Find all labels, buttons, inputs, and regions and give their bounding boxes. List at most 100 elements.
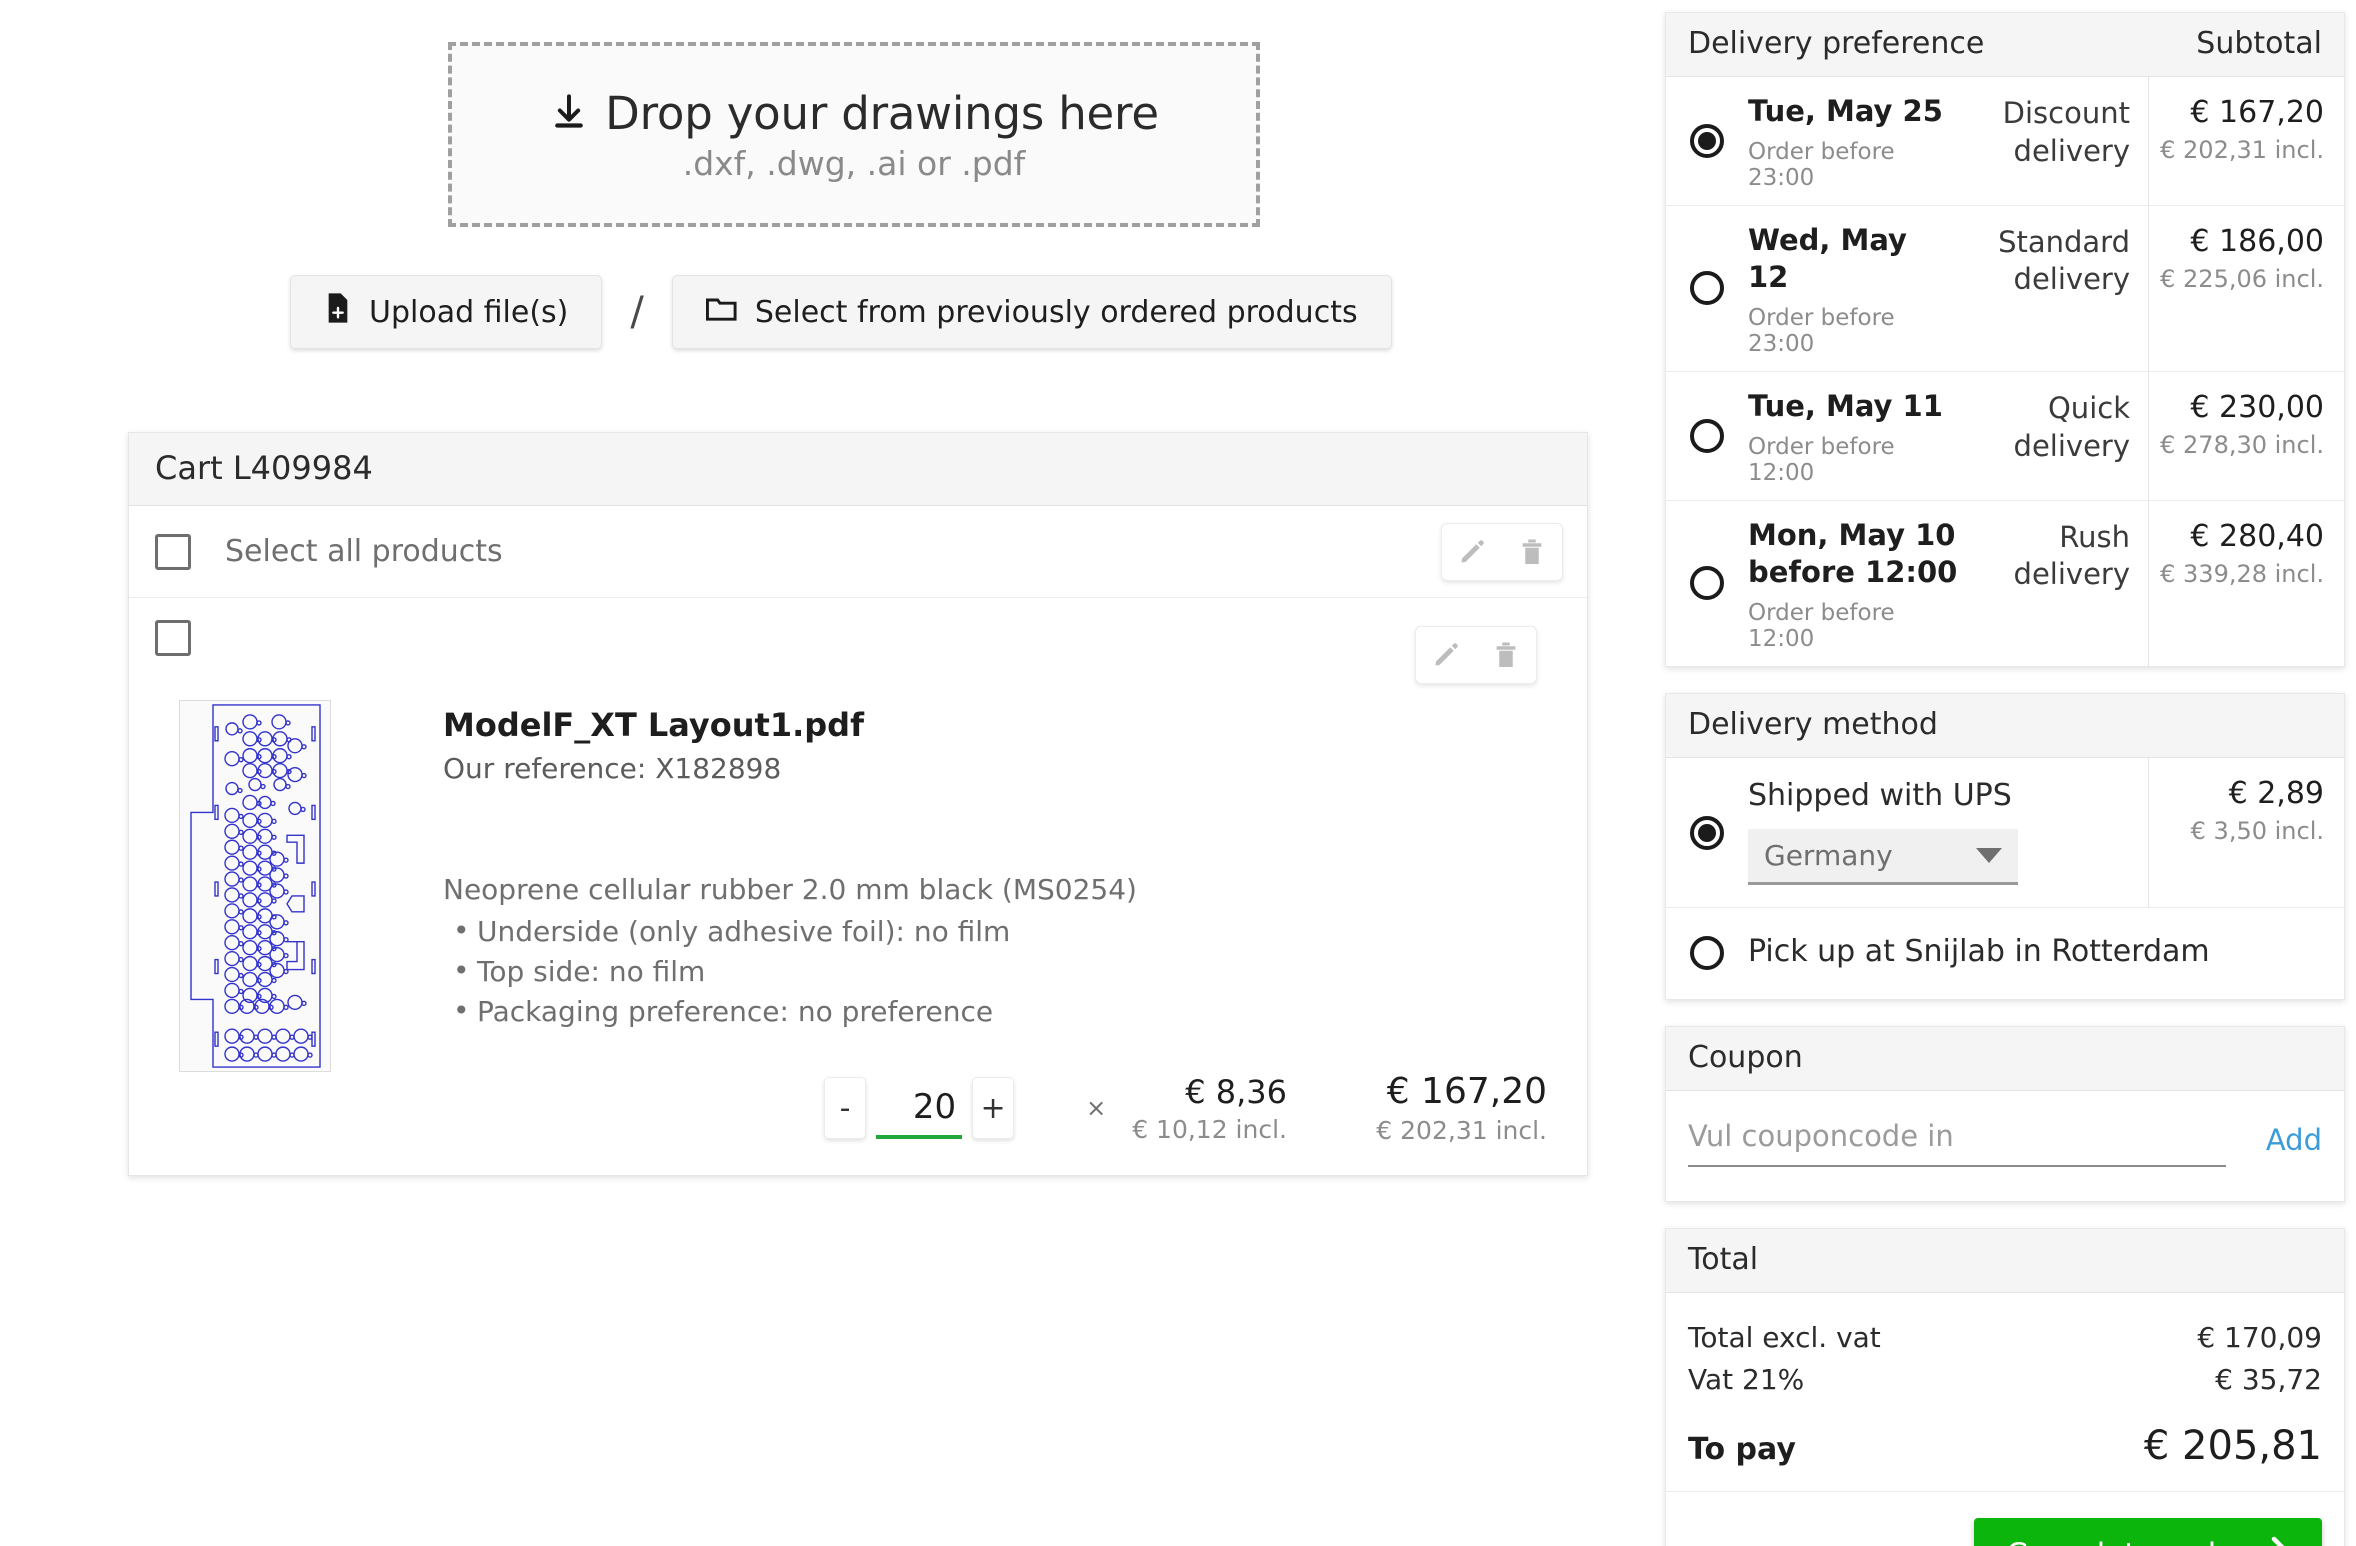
cart-title: Cart L409984: [129, 433, 1587, 506]
item-material: Neoprene cellular rubber 2.0 mm black (M…: [443, 873, 1561, 906]
select-all-checkbox[interactable]: [155, 534, 191, 570]
delivery-option-radio-3[interactable]: [1690, 566, 1724, 600]
shipped-radio[interactable]: [1690, 816, 1724, 850]
checkout-page: Drop your drawings here .dxf, .dwg, .ai …: [0, 0, 2356, 1546]
to-pay-label: To pay: [1688, 1432, 1796, 1467]
cart-item-actions: [1415, 626, 1537, 684]
delivery-option-radio-cell: [1666, 77, 1748, 205]
pickup-label: Pick up at Snijlab in Rotterdam: [1748, 908, 2228, 999]
delivery-option-price-incl: € 202,31 incl.: [2159, 136, 2324, 164]
action-separator: /: [624, 289, 649, 335]
delivery-option-price-incl: € 339,28 incl.: [2159, 560, 2324, 588]
delivery-option-type: Standard delivery: [1950, 222, 2130, 357]
delivery-option-price-excl: € 167,20: [2159, 95, 2324, 130]
delivery-option-date: Tue, May 11: [1748, 388, 1950, 426]
select-all-label: Select all products: [225, 534, 503, 569]
delivery-method-panel: Delivery method Shipped with UPS Germany…: [1665, 693, 2345, 1000]
delivery-option-date-block: Wed, May 12 Order before 23:00: [1748, 222, 1950, 357]
trash-icon[interactable]: [1502, 523, 1562, 581]
item-filename: ModelF_XT Layout1.pdf: [443, 706, 1561, 744]
coupon-input[interactable]: [1688, 1119, 2226, 1167]
delivery-option-order-before: Order before 23:00: [1748, 139, 1950, 191]
total-header: Total: [1666, 1229, 2344, 1293]
delivery-method-pickup-row[interactable]: Pick up at Snijlab in Rotterdam: [1666, 908, 2344, 999]
delivery-option-order-before: Order before 12:00: [1748, 600, 1966, 652]
delivery-option-price-incl: € 225,06 incl.: [2159, 265, 2324, 293]
delivery-option-radio-1[interactable]: [1690, 271, 1724, 305]
quantity-increment-button[interactable]: +: [972, 1077, 1014, 1139]
coupon-body: Add: [1666, 1091, 2344, 1201]
delivery-option-order-before: Order before 12:00: [1748, 434, 1950, 486]
unit-price-excl: € 8,36: [1132, 1073, 1287, 1111]
total-vat-row: Vat 21% € 35,72: [1688, 1359, 2322, 1401]
pencil-icon[interactable]: [1416, 626, 1476, 684]
delivery-option-price-excl: € 280,40: [2159, 519, 2324, 554]
delivery-option-date: Tue, May 25: [1748, 93, 1950, 131]
delivery-preference-header: Delivery preference Subtotal: [1666, 13, 2344, 77]
delivery-method-header: Delivery method: [1666, 694, 2344, 758]
pickup-radio-cell: [1666, 908, 1748, 999]
pickup-radio[interactable]: [1690, 936, 1724, 970]
download-arrow-icon: [549, 91, 589, 135]
delivery-option-row[interactable]: Tue, May 11 Order before 12:00 Quick del…: [1666, 372, 2344, 501]
coupon-panel: Coupon Add: [1665, 1026, 2345, 1202]
complete-order-button[interactable]: Complete order: [1974, 1518, 2322, 1546]
upload-actions: Upload file(s) / Select from previously …: [290, 275, 1392, 349]
upload-files-button[interactable]: Upload file(s): [290, 275, 602, 349]
delivery-option-date-block: Tue, May 25 Order before 23:00: [1748, 93, 1950, 191]
country-select[interactable]: Germany: [1748, 829, 2018, 885]
delivery-option-info: Tue, May 25 Order before 23:00 Discount …: [1748, 77, 2148, 205]
delivery-option-price-excl: € 186,00: [2159, 224, 2324, 259]
delivery-option-price-incl: € 278,30 incl.: [2159, 431, 2324, 459]
select-previous-products-label: Select from previously ordered products: [755, 295, 1358, 330]
shipped-label: Shipped with UPS: [1748, 776, 2130, 815]
quantity-decrement-button[interactable]: -: [824, 1077, 866, 1139]
total-body: Total excl. vat € 170,09 Vat 21% € 35,72…: [1666, 1293, 2344, 1491]
delivery-preference-panel: Delivery preference Subtotal Tue, May 25…: [1665, 12, 2345, 667]
total-excl-value: € 170,09: [2197, 1317, 2322, 1359]
total-excl-row: Total excl. vat € 170,09: [1688, 1317, 2322, 1359]
cart-select-all-row: Select all products: [129, 506, 1587, 598]
total-panel: Total Total excl. vat € 170,09 Vat 21% €…: [1665, 1228, 2345, 1546]
delivery-option-radio-0[interactable]: [1690, 124, 1724, 158]
delivery-option-price: € 280,40 € 339,28 incl.: [2148, 501, 2344, 666]
file-dropzone[interactable]: Drop your drawings here .dxf, .dwg, .ai …: [448, 42, 1260, 227]
delivery-option-date-block: Mon, May 10 before 12:00 Order before 12…: [1748, 517, 1966, 652]
to-pay-row: To pay € 205,81: [1688, 1423, 2322, 1469]
shipped-price-incl: € 3,50 incl.: [2159, 817, 2324, 845]
chevron-down-icon: [1976, 848, 2002, 863]
delivery-option-row[interactable]: Tue, May 25 Order before 23:00 Discount …: [1666, 77, 2344, 206]
upload-files-label: Upload file(s): [369, 295, 568, 330]
delivery-option-info: Tue, May 11 Order before 12:00 Quick del…: [1748, 372, 2148, 500]
total-vat-value: € 35,72: [2215, 1359, 2322, 1401]
delivery-option-type: Rush delivery: [1966, 517, 2130, 652]
folder-icon: [706, 294, 738, 330]
cart-item-body: ModelF_XT Layout1.pdf Our reference: X18…: [155, 700, 1561, 1145]
cart-item-checkbox[interactable]: [155, 620, 191, 656]
delivery-option-date: Mon, May 10 before 12:00: [1748, 517, 1966, 592]
shipped-price: € 2,89 € 3,50 incl.: [2148, 758, 2344, 907]
trash-icon[interactable]: [1476, 626, 1536, 684]
dropzone-title-row: Drop your drawings here: [549, 87, 1159, 140]
unit-price-incl: € 10,12 incl.: [1132, 1115, 1287, 1144]
delivery-method-shipped-row[interactable]: Shipped with UPS Germany € 2,89 € 3,50 i…: [1666, 758, 2344, 908]
delivery-option-radio-cell: [1666, 372, 1748, 500]
total-footer: Complete order: [1666, 1491, 2344, 1546]
cart-item-header: [155, 620, 1561, 690]
drawing-thumbnail[interactable]: [179, 700, 331, 1072]
item-options-list: Underside (only adhesive foil): no film …: [443, 912, 1561, 1031]
select-previous-products-button[interactable]: Select from previously ordered products: [672, 275, 1392, 349]
delivery-option-row[interactable]: Wed, May 12 Order before 23:00 Standard …: [1666, 206, 2344, 372]
delivery-option-radio-2[interactable]: [1690, 419, 1724, 453]
quantity-input[interactable]: [876, 1087, 962, 1139]
cart-panel: Cart L409984 Select all products: [128, 432, 1588, 1176]
coupon-add-button[interactable]: Add: [2266, 1123, 2322, 1167]
unit-price: € 8,36 € 10,12 incl.: [1132, 1073, 1287, 1144]
coupon-title: Coupon: [1688, 1040, 1803, 1075]
pencil-icon[interactable]: [1442, 523, 1502, 581]
list-item: Underside (only adhesive foil): no film: [443, 912, 1561, 952]
delivery-preference-title: Delivery preference: [1688, 26, 1984, 61]
delivery-option-date: Wed, May 12: [1748, 222, 1950, 297]
delivery-option-row[interactable]: Mon, May 10 before 12:00 Order before 12…: [1666, 501, 2344, 666]
delivery-option-info: Wed, May 12 Order before 23:00 Standard …: [1748, 206, 2148, 371]
